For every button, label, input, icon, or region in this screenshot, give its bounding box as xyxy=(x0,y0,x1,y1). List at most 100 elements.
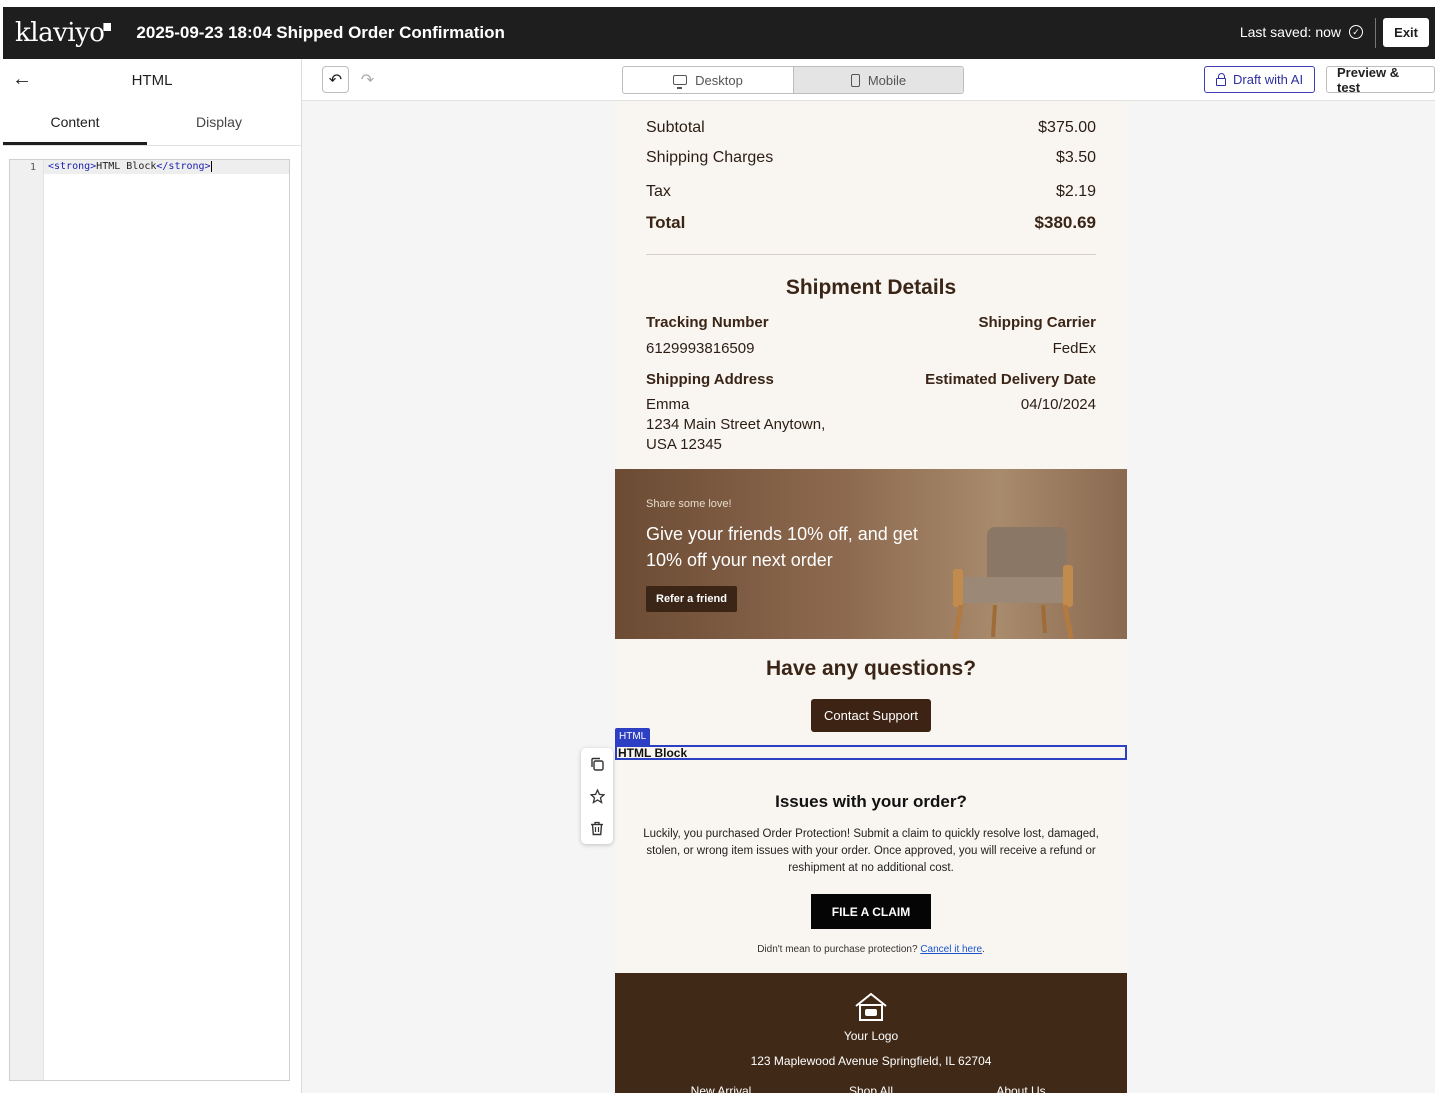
html-block-selected[interactable]: HTML Block xyxy=(615,745,1127,760)
shipping-carrier-label: Shipping Carrier xyxy=(978,314,1096,331)
star-icon xyxy=(589,788,605,804)
save-block-button[interactable] xyxy=(581,780,613,812)
referral-banner[interactable]: Share some love! Give your friends 10% o… xyxy=(615,469,1127,639)
summary-value: $375.00 xyxy=(1038,119,1096,136)
summary-label: Tax xyxy=(646,183,671,200)
klaviyo-logo[interactable]: klaviyo xyxy=(15,18,105,48)
contact-support-button[interactable]: Contact Support xyxy=(811,699,931,732)
questions-title: Have any questions? xyxy=(765,657,977,680)
editor-toolbar: ↶ ↷ Desktop Mobile Draft with AI Preview… xyxy=(302,59,1435,101)
summary-row-subtotal: Subtotal $375.00 xyxy=(646,119,1096,137)
exit-button[interactable]: Exit xyxy=(1383,18,1429,47)
code-text: HTML Block xyxy=(96,161,157,172)
address-line2: USA 12345 xyxy=(646,436,722,453)
copy-icon xyxy=(591,757,604,771)
undo-icon: ↶ xyxy=(328,71,343,89)
footer-address: 123 Maplewood Avenue Springfield, IL 627… xyxy=(750,1054,992,1068)
issues-title: Issues with your order? xyxy=(775,792,967,811)
summary-label: Subtotal xyxy=(646,119,705,136)
summary-label: Shipping Charges xyxy=(646,149,774,166)
redo-icon: ↷ xyxy=(360,71,375,89)
issues-body: Luckily, you purchased Order Protection!… xyxy=(643,828,1099,874)
panel-header: ← HTML xyxy=(3,59,301,101)
order-protection-section[interactable]: Issues with your order? Luckily, you pur… xyxy=(615,777,1127,973)
save-status-text: Last saved: now xyxy=(1239,24,1341,40)
code-line[interactable]: <strong>HTML Block</strong> xyxy=(44,160,289,174)
tracking-number-value: 6129993816509 xyxy=(646,340,755,357)
document-title[interactable]: 2025-09-23 18:04 Shipped Order Confirmat… xyxy=(136,23,504,43)
email-footer[interactable]: Your Logo 123 Maplewood Avenue Springfie… xyxy=(615,973,1127,1093)
panel-tabs: Content Display xyxy=(3,101,301,146)
delete-block-button[interactable] xyxy=(581,812,613,844)
summary-row-shipping: Shipping Charges $3.50 xyxy=(646,149,1096,167)
banner-headline: Give your friends 10% off, and get 10% o… xyxy=(646,524,918,570)
code-close-tag: </strong> xyxy=(156,161,211,172)
summary-row-tax: Tax $2.19 xyxy=(646,183,1096,201)
shipping-carrier-value: FedEx xyxy=(1052,340,1096,357)
summary-label: Total xyxy=(646,213,686,232)
code-editor[interactable]: 1 <strong>HTML Block</strong> xyxy=(9,159,290,1081)
address-name: Emma xyxy=(646,396,690,413)
line-gutter: 1 xyxy=(10,160,44,1080)
top-bar: klaviyo 2025-09-23 18:04 Shipped Order C… xyxy=(3,7,1435,59)
panel-title: HTML xyxy=(131,71,173,89)
file-claim-button[interactable]: FILE A CLAIM xyxy=(811,894,931,929)
desktop-label: Desktop xyxy=(695,72,743,88)
tab-display[interactable]: Display xyxy=(147,101,291,145)
save-status: Last saved: now ✓ xyxy=(1240,24,1363,40)
order-summary-section[interactable]: Subtotal $375.00 Shipping Charges $3.50 … xyxy=(615,101,1127,469)
summary-value: $2.19 xyxy=(1055,183,1096,200)
banner-kicker: Share some love! xyxy=(646,498,732,510)
line-number: 1 xyxy=(29,162,36,173)
delivery-date-value: 04/10/2024 xyxy=(1020,396,1096,413)
shipment-right-column: Shipping Carrier FedEx Estimated Deliver… xyxy=(925,313,1096,415)
duplicate-block-button[interactable] xyxy=(581,748,613,780)
home-logo-icon xyxy=(855,992,887,1021)
trash-icon xyxy=(591,821,603,835)
cancel-protection-line: Didn't mean to purchase protection? Canc… xyxy=(615,944,1127,955)
footer-link-new-arrival[interactable]: New Arrival xyxy=(646,1084,796,1093)
footer-links: New Arrival Shop All About Us xyxy=(615,1084,1127,1093)
draft-with-ai-label: Draft with AI xyxy=(1233,72,1304,87)
check-circle-icon: ✓ xyxy=(1349,25,1363,39)
block-actions-menu xyxy=(581,748,613,844)
mobile-view-button[interactable]: Mobile xyxy=(793,67,963,93)
footer-link-shop-all[interactable]: Shop All xyxy=(796,1084,946,1093)
monitor-icon xyxy=(673,75,688,89)
code-open-tag: <strong> xyxy=(48,161,97,172)
redo-button[interactable]: ↷ xyxy=(354,66,381,93)
preview-test-button[interactable]: Preview & test xyxy=(1326,65,1435,95)
device-toggle: Desktop Mobile xyxy=(622,66,964,94)
questions-section[interactable]: Have any questions? Contact Support HTML… xyxy=(615,639,1127,777)
shipment-left-column: Tracking Number 6129993816509 Shipping A… xyxy=(646,313,825,455)
cancel-protection-link[interactable]: Cancel it here xyxy=(920,944,982,955)
shipping-address-label: Shipping Address xyxy=(646,371,774,388)
undo-button[interactable]: ↶ xyxy=(322,66,349,93)
draft-with-ai-button[interactable]: Draft with AI xyxy=(1204,66,1316,93)
phone-icon xyxy=(850,73,860,87)
footer-link-about-us[interactable]: About Us xyxy=(946,1084,1096,1093)
divider xyxy=(1375,18,1376,48)
address-line1: 1234 Main Street Anytown, xyxy=(646,416,826,433)
shipment-details-title: Shipment Details xyxy=(785,276,957,299)
back-arrow-icon[interactable]: ← xyxy=(12,68,32,91)
footer-logo-text: Your Logo xyxy=(843,1029,899,1043)
summary-value: $380.69 xyxy=(1034,213,1096,232)
summary-value: $3.50 xyxy=(1055,149,1096,166)
app-frame: klaviyo 2025-09-23 18:04 Shipped Order C… xyxy=(3,7,1435,1093)
mobile-label: Mobile xyxy=(867,72,907,88)
refer-a-friend-button[interactable]: Refer a friend xyxy=(646,586,737,612)
tracking-number-label: Tracking Number xyxy=(646,314,769,331)
tab-content[interactable]: Content xyxy=(3,101,147,145)
text-cursor xyxy=(210,160,212,172)
lock-icon xyxy=(1216,72,1226,86)
desktop-view-button[interactable]: Desktop xyxy=(623,67,793,93)
summary-row-total: Total $380.69 xyxy=(646,213,1096,233)
delivery-date-label: Estimated Delivery Date xyxy=(925,371,1096,388)
armchair-image xyxy=(952,527,1074,639)
email-preview: Subtotal $375.00 Shipping Charges $3.50 … xyxy=(615,101,1127,1093)
summary-divider xyxy=(646,254,1096,255)
cancel-prefix: Didn't mean to purchase protection? xyxy=(757,944,918,955)
left-panel: ← HTML Content Display 1 <strong>HTML Bl… xyxy=(3,59,302,1093)
html-block-badge: HTML xyxy=(615,728,651,745)
